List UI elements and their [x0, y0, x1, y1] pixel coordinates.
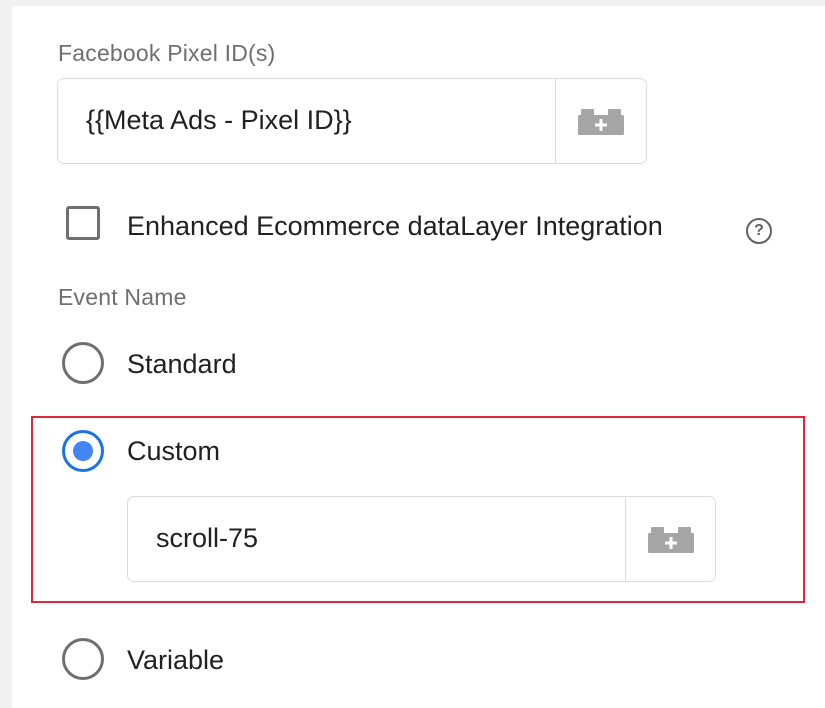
radio-custom[interactable] [62, 430, 104, 472]
custom-event-name-input[interactable]: scroll-75 [127, 496, 716, 582]
radio-variable-label: Variable [127, 645, 225, 675]
tag-config-panel: Facebook Pixel ID(s) {{Meta Ads - Pixel … [12, 6, 825, 708]
enhanced-ecommerce-label: Enhanced Ecommerce dataLayer Integration [127, 211, 663, 241]
radio-custom-label: Custom [127, 436, 221, 466]
pixel-id-variable-button[interactable] [555, 79, 646, 163]
help-circle-icon[interactable]: ? [746, 218, 772, 244]
custom-event-name-value: scroll-75 [156, 523, 259, 553]
radio-standard-label: Standard [127, 349, 237, 379]
enhanced-ecommerce-checkbox[interactable] [66, 206, 100, 240]
radio-custom-dot [73, 441, 93, 461]
event-name-label: Event Name [58, 284, 187, 310]
pixel-id-input[interactable]: {{Meta Ads - Pixel ID}} [57, 78, 647, 164]
pixel-id-label: Facebook Pixel ID(s) [58, 40, 276, 66]
radio-variable[interactable] [62, 638, 104, 680]
pixel-id-value: {{Meta Ads - Pixel ID}} [86, 105, 352, 135]
variable-brick-plus-icon [647, 527, 694, 553]
custom-event-variable-button[interactable] [625, 497, 715, 581]
variable-brick-plus-icon [578, 109, 624, 135]
radio-standard[interactable] [62, 342, 104, 384]
